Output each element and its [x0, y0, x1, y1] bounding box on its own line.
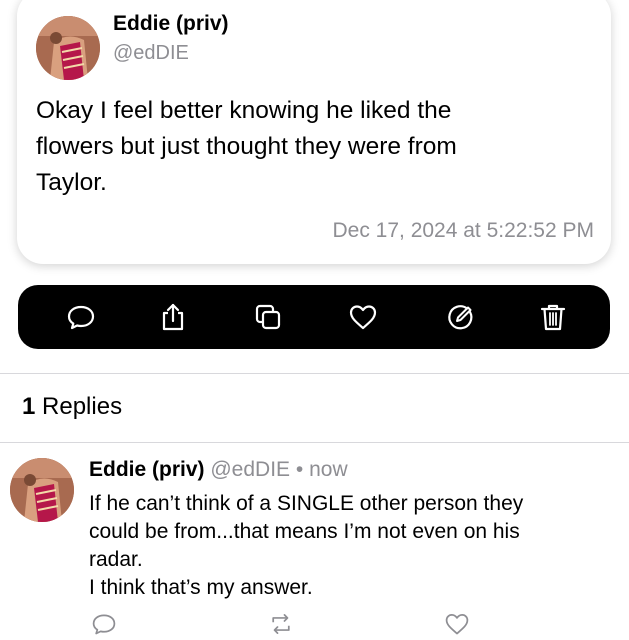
- replies-count: 1 Replies: [22, 393, 122, 421]
- reply-body-line: If he can’t think of a SINGLE other pers…: [89, 492, 524, 515]
- reply-body-line: radar.: [89, 548, 143, 571]
- reply-repost-button[interactable]: [266, 610, 296, 638]
- post-body-line: Taylor.: [36, 169, 107, 196]
- reply-body-line: could be from...that means I’m not even …: [89, 520, 520, 543]
- share-button[interactable]: [155, 299, 191, 335]
- repost-icon: [272, 614, 290, 634]
- reply-body: If he can’t think of a SINGLE other pers…: [89, 490, 619, 602]
- reply-separator: •: [295, 458, 304, 481]
- reply-time: now: [309, 458, 348, 481]
- post-card: Eddie (priv) @edDIE Okay I feel better k…: [17, 0, 611, 264]
- copy-button[interactable]: [250, 299, 286, 335]
- post-timestamp: Dec 17, 2024 at 5:22:52 PM: [332, 219, 594, 242]
- trash-icon: [540, 304, 566, 331]
- reply-avatar[interactable]: [10, 458, 74, 522]
- post-body: Okay I feel better knowing he liked the …: [36, 93, 596, 201]
- share-icon: [162, 303, 184, 331]
- replies-count-number: 1: [22, 393, 36, 420]
- edit-icon: [448, 305, 473, 330]
- reply-author-handle[interactable]: @edDIE: [210, 458, 290, 481]
- avatar-image-icon: [36, 16, 100, 80]
- edit-button[interactable]: [442, 299, 478, 335]
- post-action-bar: [18, 285, 610, 349]
- reply-author-name[interactable]: Eddie (priv): [89, 458, 205, 481]
- comment-icon: [67, 305, 95, 330]
- post-author-handle[interactable]: @edDIE: [113, 42, 189, 65]
- replies-count-label: Replies: [42, 393, 123, 420]
- heart-icon: [445, 614, 469, 635]
- avatar-image-icon: [10, 458, 74, 522]
- post-body-line: flowers but just thought they were from: [36, 133, 457, 160]
- like-button[interactable]: [345, 299, 381, 335]
- comment-button[interactable]: [63, 299, 99, 335]
- post-author-name[interactable]: Eddie (priv): [113, 12, 229, 36]
- reply-header: Eddie (priv) @edDIE • now: [89, 458, 348, 482]
- reply-like-button[interactable]: [442, 610, 472, 638]
- section-divider: [0, 442, 629, 443]
- post-body-line: Okay I feel better knowing he liked the: [36, 97, 452, 124]
- heart-icon: [349, 305, 377, 330]
- reply-body-line: I think that’s my answer.: [89, 576, 313, 599]
- thread-page: Eddie (priv) @edDIE Okay I feel better k…: [0, 0, 629, 640]
- comment-icon: [92, 614, 116, 635]
- reply-comment-button[interactable]: [89, 610, 119, 638]
- copy-icon: [255, 304, 281, 330]
- delete-button[interactable]: [535, 299, 571, 335]
- post-avatar[interactable]: [36, 16, 100, 80]
- section-divider: [0, 373, 629, 374]
